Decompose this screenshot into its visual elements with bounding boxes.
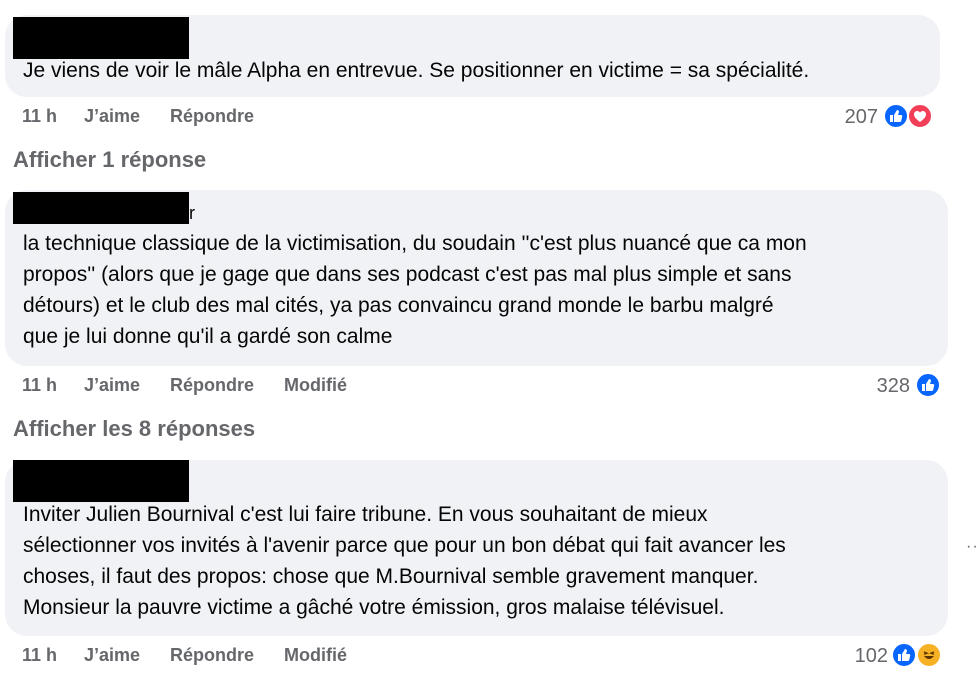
like-icon[interactable] — [891, 642, 917, 668]
show-replies-link[interactable]: Afficher les 8 réponses — [13, 416, 255, 442]
comment-actions: 11 h J’aime Répondre Modifié — [22, 645, 442, 669]
love-icon[interactable] — [907, 103, 933, 129]
comment-actions: 11 h J’aime Répondre Modifié — [22, 375, 442, 399]
comment-text: Je viens de voir le mâle Alpha en entrev… — [23, 59, 810, 82]
comment-timestamp[interactable]: 11 h — [22, 645, 57, 666]
comment-bubble: Inviter Julien Bournival c'est lui faire… — [5, 460, 948, 636]
reactions-count[interactable]: 102 — [840, 645, 888, 668]
haha-icon[interactable] — [916, 642, 942, 668]
comment-text: Inviter Julien Bournival c'est lui faire… — [23, 503, 786, 619]
edited-label[interactable]: Modifié — [284, 645, 347, 666]
redacted-author-name[interactable] — [13, 192, 189, 224]
author-name-tail: r — [189, 203, 195, 223]
comment-timestamp[interactable]: 11 h — [22, 106, 57, 127]
reply-button[interactable]: Répondre — [170, 106, 254, 127]
comment-text: la technique classique de la victimisati… — [23, 232, 807, 348]
reply-button[interactable]: Répondre — [170, 375, 254, 396]
more-options-icon[interactable]: ··· — [966, 538, 980, 556]
comment-bubble: r la technique classique de la victimisa… — [5, 190, 948, 366]
show-replies-link[interactable]: Afficher 1 réponse — [13, 147, 206, 173]
comment-timestamp[interactable]: 11 h — [22, 375, 57, 396]
like-button[interactable]: J’aime — [84, 375, 140, 396]
comment-actions: 11 h J’aime Répondre — [22, 106, 442, 130]
like-icon[interactable] — [915, 372, 941, 398]
reply-button[interactable]: Répondre — [170, 645, 254, 666]
reactions-count[interactable]: 207 — [830, 106, 878, 129]
like-button[interactable]: J’aime — [84, 106, 140, 127]
redacted-author-name[interactable] — [13, 460, 189, 502]
like-button[interactable]: J’aime — [84, 645, 140, 666]
comment-bubble: Je viens de voir le mâle Alpha en entrev… — [5, 15, 940, 97]
like-icon[interactable] — [883, 103, 909, 129]
reactions-count[interactable]: 328 — [862, 375, 910, 398]
redacted-author-name[interactable] — [13, 17, 189, 59]
edited-label[interactable]: Modifié — [284, 375, 347, 396]
